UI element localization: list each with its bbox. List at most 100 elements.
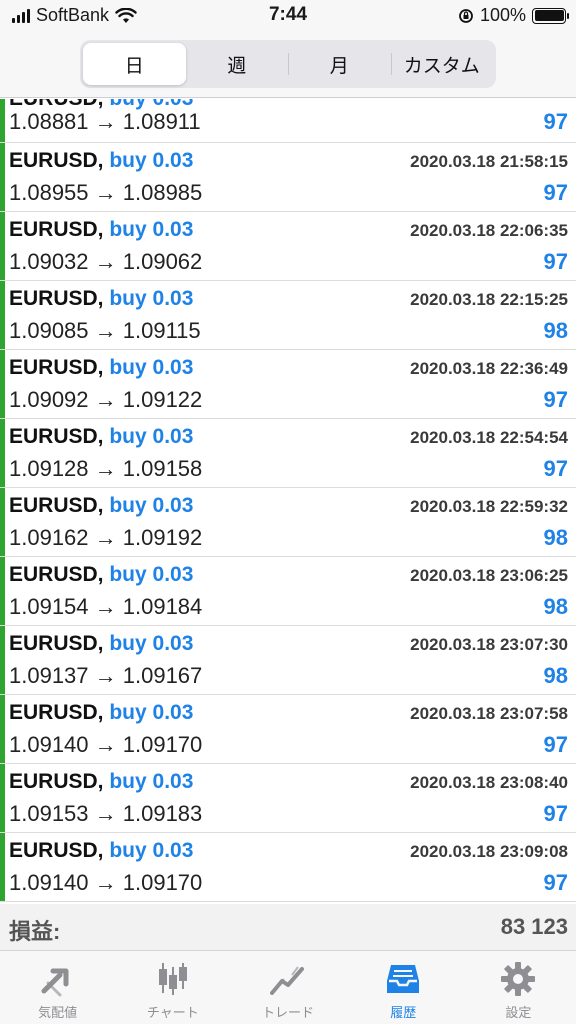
list-item[interactable]: EURUSD, buy 0.03 2020.03.18 22:06:35 1.090… [0,212,576,281]
trade-header: EURUSD, buy 0.03 [9,425,193,449]
buy-indicator [0,833,5,901]
list-item[interactable]: EURUSD, buy 0.03 2020.03.18 23:07:30 1.091… [0,626,576,695]
trade-profit: 97 [543,109,568,134]
list-item[interactable]: EURUSD, buy 0.03 2020.03.18 23:07:58 1.091… [0,695,576,764]
trade-symbol: EURUSD, [9,839,104,862]
tab-chart[interactable]: チャート [115,951,230,1024]
trade-prices: 1.09032 → 1.09062 [9,249,203,274]
trade-profit: 97 [543,801,568,826]
buy-indicator [0,212,5,280]
history-icon [387,965,420,993]
list-item[interactable]: EURUSD, buy 0.03 2020.03.18 22:36:49 1.090… [0,350,576,419]
trade-profit: 98 [543,525,568,550]
trade-symbol: EURUSD, [9,356,104,379]
list-item[interactable]: EURUSD, buy 0.03 2020.03.18 23:06:25 1.091… [0,557,576,626]
summary-label: 損益: [9,919,61,944]
trade-prices: 1.09153 → 1.09183 [9,801,203,826]
trade-prices: 1.09085 → 1.09115 [9,318,201,343]
trade-direction: buy 0.03 [109,425,194,448]
segment-custom[interactable]: カスタム [390,43,494,85]
trade-profit: 98 [543,663,568,688]
tab-settings[interactable]: 設定 [461,951,576,1024]
tab-label: 設定 [505,1005,532,1020]
buy-indicator [0,419,5,487]
trade-time: 2020.03.18 23:06:25 [410,566,568,585]
trade-header: EURUSD, buy 0.03 [9,770,193,794]
trade-prices: 1.08955 → 1.08985 [9,180,203,205]
trade-profit: 98 [543,318,568,343]
buy-indicator [0,695,5,763]
buy-indicator [0,488,5,556]
trade-time: 2020.03.18 22:15:25 [410,290,568,309]
trade-direction: buy 0.03 [109,356,194,379]
status-right: 100% [458,5,569,26]
tab-trade[interactable]: トレード [230,951,345,1024]
trade-symbol: EURUSD, [9,701,104,724]
buy-indicator [0,764,5,832]
buy-indicator [0,350,5,418]
buy-indicator [0,99,5,142]
trade-direction: buy 0.03 [109,287,194,310]
trade-header: EURUSD, buy 0.03 [9,287,193,311]
segment-day[interactable]: 日 [83,43,186,85]
segment-month[interactable]: 月 [288,43,391,85]
tab-history[interactable]: 履歴 [346,951,461,1024]
trade-time: 2020.03.18 22:54:54 [410,428,568,447]
trade-prices: 1.09162 → 1.09192 [9,525,203,550]
tab-label: 気配値 [38,1005,78,1020]
trade-prices: 1.09092 → 1.09122 [9,387,203,412]
buy-indicator [0,626,5,694]
trade-direction: buy 0.03 [109,218,194,241]
trade-time: 2020.03.18 22:59:32 [410,497,568,516]
chart-icon [158,963,187,995]
tab-quotes[interactable]: 気配値 [0,951,115,1024]
list-item[interactable]: EURUSD, buy 0.03 2020.03.18 22:15:25 1.090… [0,281,576,350]
segment-week[interactable]: 週 [186,43,289,85]
trade-symbol: EURUSD, [9,149,104,172]
list-item[interactable]: EURUSD, buy 0.03 2020.03.18 21:58:15 1.089… [0,143,576,212]
list-item[interactable]: EURUSD, buy 0.03 1.08881 → 1.08911 97 [0,99,576,143]
trade-direction: buy 0.03 [109,149,194,172]
trade-header: EURUSD, buy 0.03 [9,356,193,380]
trade-symbol: EURUSD, [9,494,104,517]
trade-header: EURUSD, buy 0.03 [9,494,193,518]
list-item[interactable]: EURUSD, buy 0.03 2020.03.18 22:59:32 1.091… [0,488,576,557]
history-list[interactable]: EURUSD, buy 0.03 1.08881 → 1.08911 97 EU… [0,99,576,902]
trade-profit: 97 [543,387,568,412]
trade-time: 2020.03.18 21:58:15 [410,152,568,171]
period-segmented-control: 日 週 月 カスタム [80,40,496,88]
trade-direction: buy 0.03 [109,632,194,655]
trade-direction: buy 0.03 [109,563,194,586]
quotes-icon [41,968,69,997]
orientation-lock-icon [459,8,473,23]
trade-header: EURUSD, buy 0.03 [9,701,193,725]
summary-value: 83 123 [500,914,568,939]
trade-symbol: EURUSD, [9,425,104,448]
trade-header: EURUSD, buy 0.03 [9,839,193,863]
trade-profit: 98 [543,594,568,619]
trade-symbol: EURUSD, [9,287,104,310]
trade-time: 2020.03.18 23:09:08 [410,842,568,861]
tab-bar: 気配値 チャート トレード 履歴 設定 [0,950,576,1024]
trade-symbol: EURUSD, [9,770,104,793]
list-item[interactable]: EURUSD, buy 0.03 2020.03.18 22:54:54 1.091… [0,419,576,488]
trade-symbol: EURUSD, [9,632,104,655]
trade-prices: 1.09128 → 1.09158 [9,456,203,481]
list-item[interactable]: EURUSD, buy 0.03 2020.03.18 23:09:08 1.091… [0,833,576,902]
buy-indicator [0,143,5,211]
trade-header: EURUSD, buy 0.03 [9,632,193,656]
status-bar: SoftBank 7:44 100% [0,0,576,34]
tab-label: トレード [262,1005,315,1020]
list-item[interactable]: EURUSD, buy 0.03 2020.03.18 23:08:40 1.091… [0,764,576,833]
trade-time: 2020.03.18 22:36:49 [410,359,568,378]
trade-profit: 97 [543,180,568,205]
profit-summary: 損益: 83 123 [0,904,576,950]
trade-header: EURUSD, buy 0.03 [9,563,193,587]
trade-time: 2020.03.18 23:08:40 [410,773,568,792]
trade-prices: 1.09140 → 1.09170 [9,732,203,757]
battery-percent: 100% [479,5,526,25]
trade-profit: 97 [543,249,568,274]
trade-time: 2020.03.18 23:07:58 [410,704,568,723]
settings-icon [501,962,536,996]
trade-direction: buy 0.03 [109,839,194,862]
